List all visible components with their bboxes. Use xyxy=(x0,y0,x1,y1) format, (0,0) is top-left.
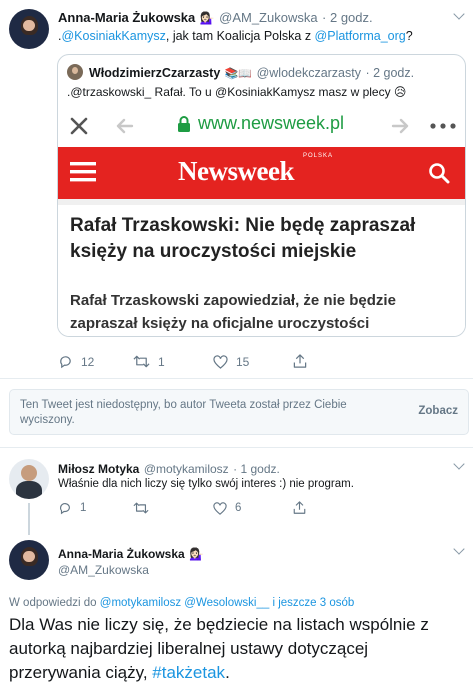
reply-button[interactable]: 12 xyxy=(58,354,133,369)
like-button[interactable]: 6 xyxy=(213,501,293,515)
tweet-time[interactable]: · 1 godz. xyxy=(233,462,280,476)
like-button[interactable]: 15 xyxy=(213,355,293,369)
text-part: ? xyxy=(405,29,413,43)
quoted-text: .@trzaskowski_ Rafał. To u @KosiniakKamy… xyxy=(67,85,407,99)
share-icon xyxy=(293,501,306,514)
mention-platforma[interactable]: @Platforma_org xyxy=(315,29,406,43)
newsweek-header: POLSKA Newsweek xyxy=(58,147,465,199)
more-chevron-icon[interactable] xyxy=(453,8,465,20)
retweet-count: 1 xyxy=(158,354,165,369)
share-icon xyxy=(293,354,307,368)
share-button[interactable] xyxy=(293,501,314,515)
retweet-button[interactable]: 1 xyxy=(133,354,213,369)
tweet-header: Anna-Maria Żukowska 💁🏻‍♀️ xyxy=(58,545,204,563)
reply-count: 12 xyxy=(81,354,95,369)
tweet-main[interactable]: Anna-Maria Żukowska 💁🏻‍♀️ @AM_Zukowska ·… xyxy=(0,0,473,380)
quoted-image[interactable]: www.newsweek.pl POLSKA Newsweek Rafał Tr… xyxy=(58,105,465,336)
quoted-author-name: WłodzimierzCzarzasty xyxy=(89,66,221,80)
text-line: przerywania ciąży, #takżetak. xyxy=(9,661,429,685)
notice-line: wyciszony. xyxy=(20,414,75,426)
quoted-time: · 2 godz. xyxy=(365,66,415,80)
quoted-author-handle: @wlodekczarzasty xyxy=(256,66,361,80)
avatar-anna-maria[interactable] xyxy=(9,9,49,49)
author-handle[interactable]: @AM_Zukowska xyxy=(219,10,317,25)
notice-line: Ten Tweet jest niedostępny, bo autor Twe… xyxy=(20,399,347,411)
quoted-author-emoji: 📚📖 xyxy=(224,68,253,80)
author-name[interactable]: Miłosz Motyka xyxy=(58,462,139,476)
avatar-anna-maria[interactable] xyxy=(9,540,49,580)
quoted-tweet[interactable]: WłodzimierzCzarzasty 📚📖 @wlodekczarzasty… xyxy=(57,54,466,337)
heart-icon xyxy=(213,354,228,369)
reply-icon xyxy=(60,356,71,369)
tweet-header: Miłosz Motyka @motykamilosz · 1 godz. xyxy=(58,460,280,478)
author-name[interactable]: Anna-Maria Żukowska xyxy=(58,547,185,561)
text-part: przerywania ciąży, xyxy=(9,663,153,682)
reply-count: 1 xyxy=(80,502,87,514)
muted-tweet-notice: Ten Tweet jest niedostępny, bo autor Twe… xyxy=(9,389,469,435)
author-handle[interactable]: @motykamilosz xyxy=(144,462,229,476)
more-dots-icon xyxy=(430,123,456,129)
author-emoji: 💁🏻‍♀️ xyxy=(199,11,215,25)
reply-icon xyxy=(60,503,70,515)
back-arrow-icon xyxy=(116,118,134,134)
search-icon xyxy=(429,163,450,184)
headline-line: Rafał Trzaskowski: Nie będę zapraszał xyxy=(70,215,416,236)
reply-context: W odpowiedzi do @motykamilosz @Wesolowsk… xyxy=(9,597,354,609)
tweet-text: .@KosiniakKamysz, jak tam Koalicja Polsk… xyxy=(58,29,413,43)
browser-bar: www.newsweek.pl xyxy=(58,105,465,147)
lead-line: zapraszał księży na oficjalne uroczystoś… xyxy=(70,315,370,332)
text-part: , jak tam Koalicja Polska z xyxy=(165,29,315,43)
more-chevron-icon[interactable] xyxy=(453,458,465,470)
hashtag-link[interactable]: #takżetak xyxy=(152,663,225,682)
article-separator xyxy=(58,199,465,205)
close-icon xyxy=(70,117,88,135)
article-headline: Rafał Trzaskowski: Nie będę zapraszał ks… xyxy=(70,213,415,265)
quoted-header: WłodzimierzCzarzasty 📚📖 @wlodekczarzasty… xyxy=(89,64,414,82)
reply-mentions[interactable]: @motykamilosz @Wesolowski__ i jeszcze 3 … xyxy=(100,597,355,609)
tweet-time[interactable]: · 2 godz. xyxy=(322,10,373,25)
reply-prefix: W odpowiedzi do xyxy=(9,597,100,609)
share-button[interactable] xyxy=(293,354,315,369)
retweet-button[interactable] xyxy=(133,501,213,515)
text-line: Dla Was nie liczy się, że będziecie na l… xyxy=(9,615,429,634)
avatar-czarzasty xyxy=(67,64,83,80)
view-button[interactable]: Zobacz xyxy=(418,405,458,417)
notice-text: Ten Tweet jest niedostępny, bo autor Twe… xyxy=(20,398,347,428)
article-lead: Rafał Trzaskowski zapowiedział, że nie b… xyxy=(70,289,396,335)
brand-sub: POLSKA xyxy=(303,153,334,159)
text-line: autorką najbardziej liberalnej ustawy do… xyxy=(9,639,369,658)
newsweek-logo: Newsweek xyxy=(178,156,294,186)
hamburger-menu-icon xyxy=(70,162,96,182)
like-count: 6 xyxy=(235,502,242,514)
retweet-icon xyxy=(133,502,149,514)
author-emoji: 💁🏻‍♀️ xyxy=(189,547,205,561)
reply-button[interactable]: 1 xyxy=(58,501,133,515)
more-chevron-icon[interactable] xyxy=(453,543,465,555)
heart-icon xyxy=(213,501,227,515)
tweet-reply[interactable]: Miłosz Motyka @motykamilosz · 1 godz. Wł… xyxy=(0,448,473,526)
tweet-text: Właśnie dla nich liczy się tylko swój in… xyxy=(58,478,354,490)
tweet-actions: 12 1 15 xyxy=(58,354,315,369)
tweet-text: Dla Was nie liczy się, że będziecie na l… xyxy=(9,613,429,685)
author-name[interactable]: Anna-Maria Żukowska xyxy=(58,10,195,25)
author-handle[interactable]: @AM_Zukowska xyxy=(58,563,149,577)
tweet-focused[interactable]: Anna-Maria Żukowska 💁🏻‍♀️ @AM_Zukowska W… xyxy=(0,530,473,691)
lock-icon xyxy=(178,116,190,132)
text-part: . xyxy=(225,663,230,682)
like-count: 15 xyxy=(236,354,250,369)
forward-arrow-icon xyxy=(391,118,409,134)
mention-kosiniak[interactable]: @KosiniakKamysz xyxy=(61,29,165,43)
retweet-icon xyxy=(133,355,150,368)
avatar-milosz[interactable] xyxy=(9,459,49,499)
divider xyxy=(0,378,473,379)
tweet-actions: 1 6 xyxy=(58,501,314,515)
browser-url: www.newsweek.pl xyxy=(198,113,345,133)
headline-line: księży na uroczystości miejskie xyxy=(70,241,357,262)
tweet-header: Anna-Maria Żukowska 💁🏻‍♀️ @AM_Zukowska ·… xyxy=(58,9,373,27)
lead-line: Rafał Trzaskowski zapowiedział, że nie b… xyxy=(70,292,396,309)
